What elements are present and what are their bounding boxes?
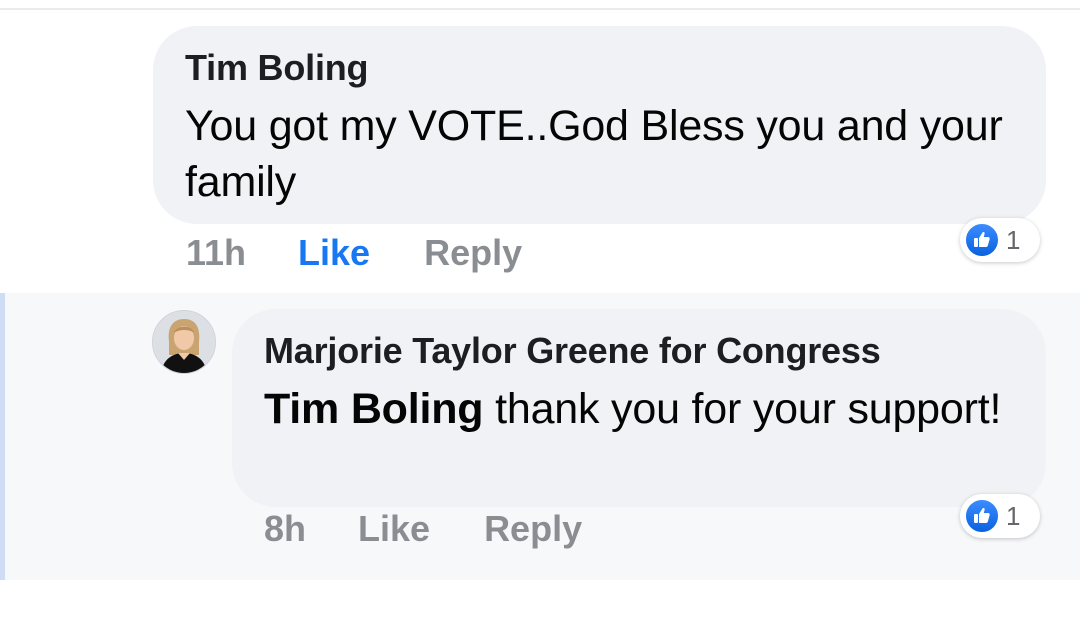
reaction-count: 1 [1006, 224, 1021, 255]
reply-timestamp[interactable]: 8h [264, 508, 306, 550]
reply-text: Tim Boling thank you for your support! [264, 381, 1016, 437]
thumbs-up-icon [964, 498, 1000, 534]
comment-author[interactable]: Tim Boling [185, 46, 1016, 90]
reaction-summary[interactable]: 1 [960, 218, 1040, 262]
like-button[interactable]: Like [298, 232, 370, 274]
reply-author[interactable]: Marjorie Taylor Greene for Congress [264, 329, 1016, 373]
reply-reaction-count: 1 [1006, 500, 1021, 531]
comment-text: You got my VOTE..God Bless you and your … [185, 102, 1003, 206]
thumbs-up-icon [964, 222, 1000, 258]
reply-like-button[interactable]: Like [358, 508, 430, 550]
avatar[interactable] [152, 310, 216, 374]
reply-bubble[interactable]: Marjorie Taylor Greene for Congress Tim … [232, 309, 1046, 507]
thread-line [0, 293, 5, 580]
reply-button[interactable]: Reply [424, 232, 522, 274]
reply-actions: 8h Like Reply [264, 508, 582, 550]
mention-tag[interactable]: Tim Boling [264, 385, 484, 433]
reply-reply-button[interactable]: Reply [484, 508, 582, 550]
reply-comment: Marjorie Taylor Greene for Congress Tim … [0, 293, 1080, 580]
comment: Tim Boling You got my VOTE..God Bless yo… [0, 10, 1080, 293]
reply-message: thank you for your support! [483, 385, 1002, 433]
reply-reaction-summary[interactable]: 1 [960, 494, 1040, 538]
comment-actions: 11h Like Reply [186, 232, 522, 274]
comment-bubble[interactable]: Tim Boling You got my VOTE..God Bless yo… [153, 26, 1046, 224]
comment-timestamp[interactable]: 11h [186, 232, 246, 274]
